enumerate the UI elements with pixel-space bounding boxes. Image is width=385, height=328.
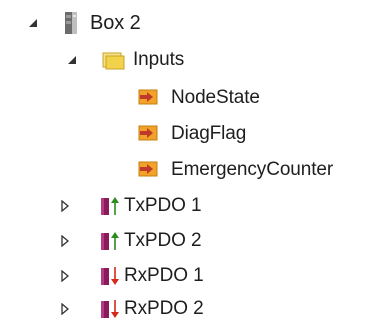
collapse-triangle-icon[interactable] [26, 16, 40, 30]
tree-node-box-2[interactable]: Box 2 [0, 6, 385, 40]
rx-pdo-icon [100, 265, 120, 287]
tree-node-inputs[interactable]: Inputs [0, 43, 385, 77]
rx-pdo-icon [100, 298, 120, 320]
tree-node-label: EmergencyCounter [171, 159, 334, 180]
tree-node-label: TxPDO 1 [124, 195, 202, 216]
tx-pdo-icon [100, 195, 120, 217]
tree-node-variable[interactable]: DiagFlag [0, 117, 385, 151]
tree-node-label: RxPDO 1 [124, 265, 204, 286]
tree-node-label: TxPDO 2 [124, 230, 202, 251]
tree-node-label: NodeState [171, 87, 260, 108]
tree-node-txpdo-2[interactable]: TxPDO 2 [0, 224, 385, 258]
tree-node-label: DiagFlag [171, 123, 247, 144]
input-variable-icon [137, 124, 159, 142]
expand-triangle-icon[interactable] [58, 234, 72, 248]
folder-icon [101, 50, 125, 70]
tree-node-rxpdo-1[interactable]: RxPDO 1 [0, 259, 385, 293]
tree-node-label: Inputs [133, 49, 185, 70]
io-tree-view: Box 2 Inputs NodeState DiagFlag Emergenc… [0, 0, 385, 328]
tree-node-txpdo-1[interactable]: TxPDO 1 [0, 189, 385, 223]
expand-triangle-icon[interactable] [58, 199, 72, 213]
input-variable-icon [137, 88, 159, 106]
tree-node-variable[interactable]: EmergencyCounter [0, 153, 385, 187]
collapse-triangle-icon[interactable] [65, 53, 79, 67]
tree-node-rxpdo-2[interactable]: RxPDO 2 [0, 292, 385, 326]
tx-pdo-icon [100, 230, 120, 252]
tree-node-variable[interactable]: NodeState [0, 81, 385, 115]
device-icon [64, 11, 80, 35]
tree-node-label: Box 2 [90, 12, 141, 34]
input-variable-icon [137, 160, 159, 178]
expand-triangle-icon[interactable] [58, 302, 72, 316]
tree-node-label: RxPDO 2 [124, 298, 204, 319]
expand-triangle-icon[interactable] [58, 269, 72, 283]
